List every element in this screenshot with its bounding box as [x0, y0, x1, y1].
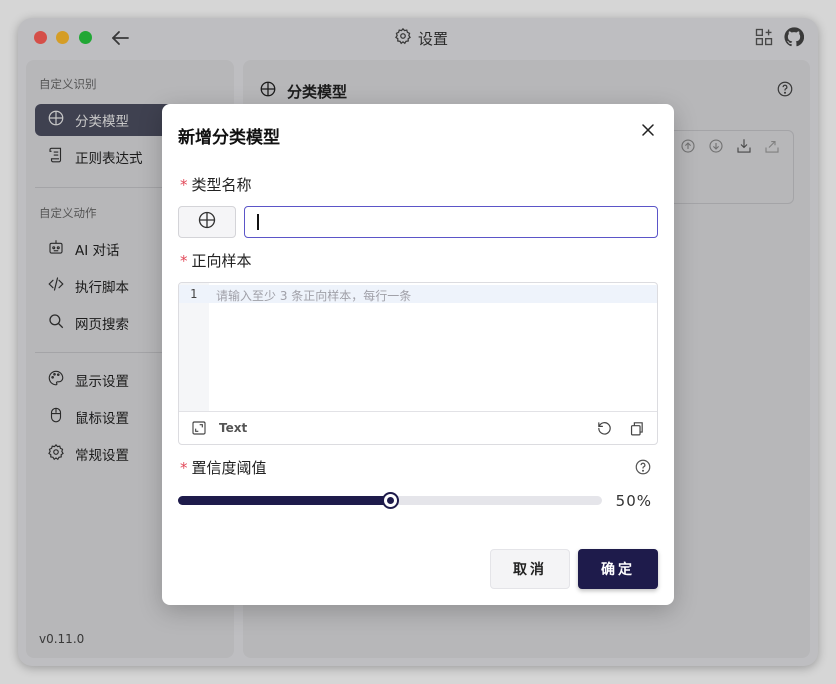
undo-icon[interactable] [596, 420, 613, 441]
confirm-button[interactable]: 确定 [578, 549, 658, 589]
slider-value: 50% [615, 492, 652, 510]
slider-thumb[interactable] [382, 492, 399, 509]
close-icon[interactable] [638, 120, 658, 140]
samples-editor[interactable]: 1 请输入至少 3 条正向样本，每行一条 Text [178, 282, 658, 445]
add-classification-model-dialog: 新增分类模型 * 类型名称 * 正向样本 1 请输入至少 3 条正向样本，每行一… [162, 104, 674, 605]
editor-placeholder: 请输入至少 3 条正向样本，每行一条 [216, 289, 412, 303]
type-name-label: * 类型名称 [180, 174, 252, 195]
editor-footer: Text [179, 411, 657, 444]
positive-samples-label: * 正向样本 [180, 250, 252, 271]
slider-fill [178, 496, 390, 505]
cancel-button[interactable]: 取消 [490, 549, 570, 589]
required-asterisk: * [180, 175, 188, 194]
type-name-label-text: 类型名称 [191, 176, 252, 194]
line-number: 1 [190, 287, 198, 301]
required-asterisk: * [180, 251, 188, 270]
dialog-title: 新增分类模型 [178, 128, 280, 148]
help-icon[interactable] [634, 458, 652, 480]
type-name-input[interactable] [244, 206, 658, 238]
text-cursor [257, 214, 259, 230]
confidence-threshold-label: * 置信度阈值 [180, 457, 267, 478]
icon-picker-button[interactable] [178, 206, 236, 238]
editor-language-label[interactable]: Text [219, 421, 247, 435]
globe-icon [197, 210, 217, 234]
expand-icon[interactable] [191, 420, 207, 440]
confidence-slider[interactable] [178, 492, 602, 509]
required-asterisk: * [180, 458, 188, 477]
positive-samples-label-text: 正向样本 [191, 252, 252, 270]
copy-icon[interactable] [628, 420, 645, 441]
confidence-threshold-label-text: 置信度阈值 [191, 459, 267, 477]
